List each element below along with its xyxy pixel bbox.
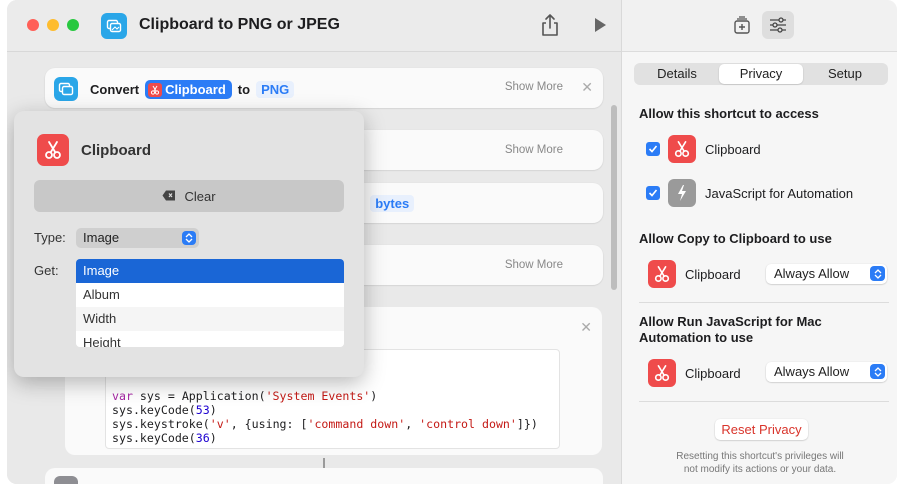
chevron-updown-icon xyxy=(870,266,885,281)
tab-details[interactable]: Details xyxy=(635,64,719,84)
run-permission-row: Clipboard xyxy=(648,359,741,387)
run-heading-line-1: Allow Run JavaScript for Mac xyxy=(639,314,822,329)
divider xyxy=(639,302,889,303)
run-icon[interactable] xyxy=(591,16,609,34)
run-permission-popup[interactable]: Always Allow xyxy=(766,362,887,382)
get-label: Get: xyxy=(34,263,59,278)
copy-item-label: Clipboard xyxy=(685,266,741,282)
type-value: Image xyxy=(83,230,120,245)
reset-footnote: Resetting this shortcut's privileges wil… xyxy=(652,450,868,476)
run-heading-line-2: Automation to use xyxy=(639,330,754,345)
convert-image-icon xyxy=(54,77,78,101)
access-item-label: JavaScript for Automation xyxy=(705,185,854,201)
token-label: Clipboard xyxy=(165,82,226,97)
share-icon[interactable] xyxy=(539,13,561,37)
scrollbar[interactable] xyxy=(611,105,617,290)
type-label: Type: xyxy=(34,230,66,245)
get-option-width[interactable]: Width xyxy=(76,307,344,331)
action-card[interactable] xyxy=(45,468,603,484)
action-connector: to xyxy=(237,82,251,97)
get-option-album[interactable]: Album xyxy=(76,283,344,307)
divider xyxy=(639,401,889,402)
clear-button[interactable]: Clear xyxy=(34,180,344,212)
settings-sliders-icon[interactable] xyxy=(762,11,794,39)
action-icon xyxy=(54,476,78,484)
code-line: sys.keyCode(53) xyxy=(112,403,217,417)
action-connector-line xyxy=(323,458,325,468)
remove-action-icon[interactable]: ✕ xyxy=(580,319,592,336)
inspector-tabs: Details Privacy Setup xyxy=(634,63,888,85)
footnote-line: Resetting this shortcut's privileges wil… xyxy=(676,451,844,462)
action-summary: Convert Clipboard to PNG xyxy=(90,80,295,99)
window-title[interactable]: Clipboard to PNG or JPEG xyxy=(139,16,340,34)
copy-permission-row: Clipboard xyxy=(648,260,741,288)
delete-icon xyxy=(162,189,176,204)
format-parameter[interactable]: PNG xyxy=(256,81,295,98)
scissors-icon xyxy=(648,260,676,288)
copy-permission-popup[interactable]: Always Allow xyxy=(766,264,887,284)
clipboard-variable-token[interactable]: Clipboard xyxy=(145,80,232,99)
tab-setup[interactable]: Setup xyxy=(803,64,887,84)
chevron-updown-icon xyxy=(182,231,196,245)
popover-title: Clipboard xyxy=(81,142,151,159)
shortcut-icon[interactable] xyxy=(101,13,127,39)
reset-privacy-button[interactable]: Reset Privacy xyxy=(715,419,808,440)
clear-label: Clear xyxy=(184,188,216,204)
script-icon xyxy=(668,179,696,207)
scissors-icon xyxy=(668,135,696,163)
tab-privacy[interactable]: Privacy xyxy=(719,64,803,84)
copy-heading: Allow Copy to Clipboard to use xyxy=(639,231,832,246)
inspector-pane: Details Privacy Setup Allow this shortcu… xyxy=(621,0,897,484)
access-item-clipboard[interactable]: Clipboard xyxy=(646,135,761,163)
bytes-parameter[interactable]: bytes xyxy=(370,195,415,212)
code-line: var sys = Application('System Events') xyxy=(112,389,378,403)
get-option-image[interactable]: Image xyxy=(76,259,344,283)
code-line: sys.keyCode(36) xyxy=(112,431,217,445)
show-more-link[interactable]: Show More xyxy=(505,81,563,93)
checkbox-checked[interactable] xyxy=(646,186,660,200)
title-bar: Clipboard to PNG or JPEG xyxy=(7,0,621,52)
minimize-window-button[interactable] xyxy=(47,19,59,31)
get-property-list[interactable]: Image Album Width Height xyxy=(76,259,344,347)
access-item-javascript[interactable]: JavaScript for Automation xyxy=(646,179,853,207)
convert-image-action[interactable]: Convert Clipboard to PNG Show More ✕ xyxy=(45,68,603,108)
scissors-icon xyxy=(37,134,69,166)
zoom-window-button[interactable] xyxy=(67,19,79,31)
shortcuts-window: Clipboard to PNG or JPEG Convert Clipboa… xyxy=(7,0,897,484)
action-library-icon[interactable] xyxy=(732,15,752,35)
scissors-icon xyxy=(148,82,163,97)
close-window-button[interactable] xyxy=(27,19,39,31)
clipboard-variable-popover: Clipboard Clear Type: Image Get: Image A… xyxy=(14,111,364,377)
permission-value: Always Allow xyxy=(774,266,850,281)
get-option-height[interactable]: Height xyxy=(76,331,344,347)
script-code[interactable]: var sys = Application('System Events') sy… xyxy=(112,389,538,445)
show-more-link[interactable]: Show More xyxy=(505,259,563,271)
code-line: sys.keystroke('v', {using: ['command dow… xyxy=(112,417,538,431)
inspector-toolbar xyxy=(622,0,897,52)
action-verb: Convert xyxy=(90,82,140,97)
type-select[interactable]: Image xyxy=(76,228,199,248)
access-item-label: Clipboard xyxy=(705,141,761,157)
permission-value: Always Allow xyxy=(774,364,850,379)
footnote-line: not modify its actions or your data. xyxy=(683,464,837,475)
scissors-icon xyxy=(648,359,676,387)
remove-action-icon[interactable]: ✕ xyxy=(581,79,593,96)
run-item-label: Clipboard xyxy=(685,365,741,381)
chevron-updown-icon xyxy=(870,364,885,379)
show-more-link[interactable]: Show More xyxy=(505,144,563,156)
checkbox-checked[interactable] xyxy=(646,142,660,156)
access-heading: Allow this shortcut to access xyxy=(639,106,819,121)
